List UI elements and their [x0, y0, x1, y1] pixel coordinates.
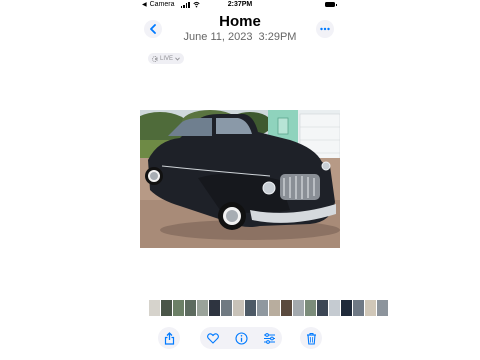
edit-button[interactable]	[258, 327, 280, 349]
delete-button[interactable]	[300, 327, 322, 349]
info-icon	[234, 331, 248, 345]
live-photo-badge[interactable]: LIVE	[148, 53, 185, 64]
status-bar: ◀ Camera 2:37PM	[140, 0, 340, 12]
status-time: 2:37PM	[227, 1, 253, 8]
thumbnail[interactable]	[149, 300, 160, 316]
thumbnail[interactable]	[269, 300, 280, 316]
main-photo[interactable]	[140, 110, 340, 248]
thumbnail[interactable]	[293, 300, 304, 316]
favorite-button[interactable]	[202, 327, 224, 349]
trash-icon	[306, 332, 316, 345]
page-title: Home	[219, 13, 261, 30]
thumbnail[interactable]	[305, 300, 316, 316]
thumbnail[interactable]	[245, 300, 256, 316]
thumbnail[interactable]	[221, 300, 232, 316]
info-button[interactable]	[230, 327, 252, 349]
more-button[interactable]	[316, 20, 334, 38]
photo-date: June 11, 2023 3:29PM	[183, 31, 297, 43]
heart-icon	[207, 332, 219, 344]
thumbnail[interactable]	[161, 300, 172, 316]
thumbnail-strip	[149, 300, 388, 316]
thumbnail[interactable]	[281, 300, 292, 316]
live-photo-icon	[152, 55, 158, 62]
thumbnail[interactable]	[329, 300, 340, 316]
thumbnail[interactable]	[257, 300, 268, 316]
ellipsis-icon	[320, 27, 330, 31]
thumbnail[interactable]	[317, 300, 328, 316]
thumbnail[interactable]	[197, 300, 208, 316]
photos-app-window: ◀ Camera 2:37PM Home June 11, 2023 3:29P…	[140, 0, 388, 360]
thumbnail[interactable]	[377, 300, 388, 316]
share-icon	[164, 331, 174, 345]
battery-icon	[325, 2, 337, 7]
share-button[interactable]	[158, 327, 180, 349]
chevron-down-icon	[175, 56, 180, 61]
thumbnail[interactable]	[365, 300, 376, 316]
thumbnail[interactable]	[341, 300, 352, 316]
photo-actions-group	[200, 327, 282, 349]
thumbnail[interactable]	[209, 300, 220, 316]
car-photo-image	[140, 110, 340, 248]
thumbnail[interactable]	[185, 300, 196, 316]
thumbnail[interactable]	[353, 300, 364, 316]
adjust-icon	[263, 332, 275, 344]
live-label: LIVE	[160, 55, 174, 62]
thumbnail[interactable]	[233, 300, 244, 316]
thumbnail[interactable]	[173, 300, 184, 316]
